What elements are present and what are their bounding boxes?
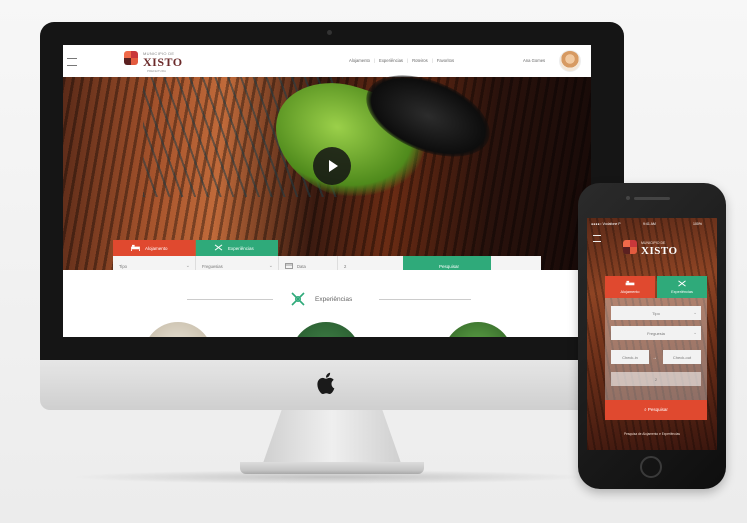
hamburger-menu-icon[interactable] [593,235,601,242]
nav-separator: | [407,58,409,63]
check-in-field[interactable]: Check-in [611,350,649,364]
apple-logo-icon [317,372,335,395]
brand-logo-icon[interactable] [623,240,637,254]
section-title: Experiências [315,296,353,303]
experience-thumbnail[interactable] [291,322,361,337]
brand-tagline: PREFEITURA [147,69,167,73]
guests-field-value: 2 [344,264,347,269]
nav-item-experiences[interactable]: Experiências [379,58,403,63]
nav-separator: | [431,58,433,63]
type-select-value: Tipo [652,311,660,316]
tab-experiences-label: Experiências [671,290,693,294]
status-time: 9:41 AM [643,222,656,226]
avatar[interactable] [559,50,581,72]
date-range-arrow-icon: → [652,355,657,361]
tab-lodging[interactable]: Alojamento [113,240,195,256]
experience-thumbnail[interactable] [443,322,513,337]
check-in-value: Check-in [622,355,638,360]
speaker-grille [634,197,670,200]
nav-item-routes[interactable]: Roteiros [412,58,428,63]
experiences-compass-icon [291,292,305,306]
battery-level: 100% [693,222,702,226]
nav-separator: | [373,58,376,63]
user-name[interactable]: Ana Gomes [523,58,545,63]
hero-banner: Alojamento Experiências Tipo ⌄ Freguesia… [63,59,591,276]
bed-icon [131,244,140,251]
tab-lodging-label: Alojamento [145,246,168,251]
brand-name[interactable]: XISTO [641,245,678,257]
chevron-down-icon: ⌄ [268,263,273,269]
experience-thumbnail[interactable] [143,322,213,337]
parish-select[interactable]: Freguesia ⌄ [611,326,701,340]
search-button-label: Pesquisar [439,264,460,269]
camera-icon [626,196,630,200]
imac-shadow [70,470,590,484]
guests-field-value: 2 [654,377,658,382]
tab-experiences-label: Experiências [228,246,254,251]
chevron-down-icon: ⌄ [693,310,697,315]
check-out-field[interactable]: Check-out [663,350,701,364]
parish-select-value: Freguesia [647,331,665,336]
search-button-label: ⌕ Pesquisar [644,407,668,412]
compass-icon [678,280,686,287]
compass-icon [214,244,223,251]
hamburger-menu-icon[interactable] [67,58,77,66]
check-out-value: Check-out [672,355,692,360]
iphone-screen: ●●●●○ Vodafone P 9:41 AM 100% MUNICIPIO … [587,218,717,450]
chevron-down-icon: ⌄ [693,330,697,335]
site-header: MUNICIPIO DE XISTO PREFEITURA Alojamento… [63,45,591,77]
type-select-value: Tipo [119,264,127,269]
tab-experiences[interactable]: Experiências [657,276,707,298]
experiences-section: Experiências [63,270,591,337]
divider [379,299,471,300]
carrier-label: ●●●●○ Vodafone P [591,222,621,226]
nav-item-favorites[interactable]: Favoritos [437,58,454,63]
main-nav: Alojamento | Experiências | Roteiros | Favorit… [349,58,454,63]
tab-lodging-label: Alojamento [620,290,640,294]
chevron-down-icon: ⌄ [185,263,190,269]
parish-select-value: Freguesias [202,264,223,269]
brand-logo-icon[interactable] [124,51,138,65]
search-button-text: Pesquisar [647,407,668,412]
play-video-button[interactable] [313,147,351,185]
camera-icon [327,30,332,35]
calendar-icon [285,263,293,269]
footer-caption: Pesquisa de Alojamento e Experiências [624,432,680,436]
nav-item-lodging[interactable]: Alojamento [349,58,370,63]
divider [187,299,273,300]
search-button[interactable]: ⌕ Pesquisar [605,400,707,420]
imac-screen: MUNICIPIO DE XISTO PREFEITURA Alojamento… [63,45,591,337]
home-button[interactable] [640,456,662,478]
tab-experiences[interactable]: Experiências [196,240,278,256]
bed-icon [625,280,635,286]
brand-name[interactable]: XISTO [143,55,183,70]
guests-field[interactable]: 2 [611,372,701,386]
date-field-value: Data [297,264,306,269]
imac-stand-neck [262,410,402,466]
type-select[interactable]: Tipo ⌄ [611,306,701,320]
tab-lodging[interactable]: Alojamento [605,276,655,298]
